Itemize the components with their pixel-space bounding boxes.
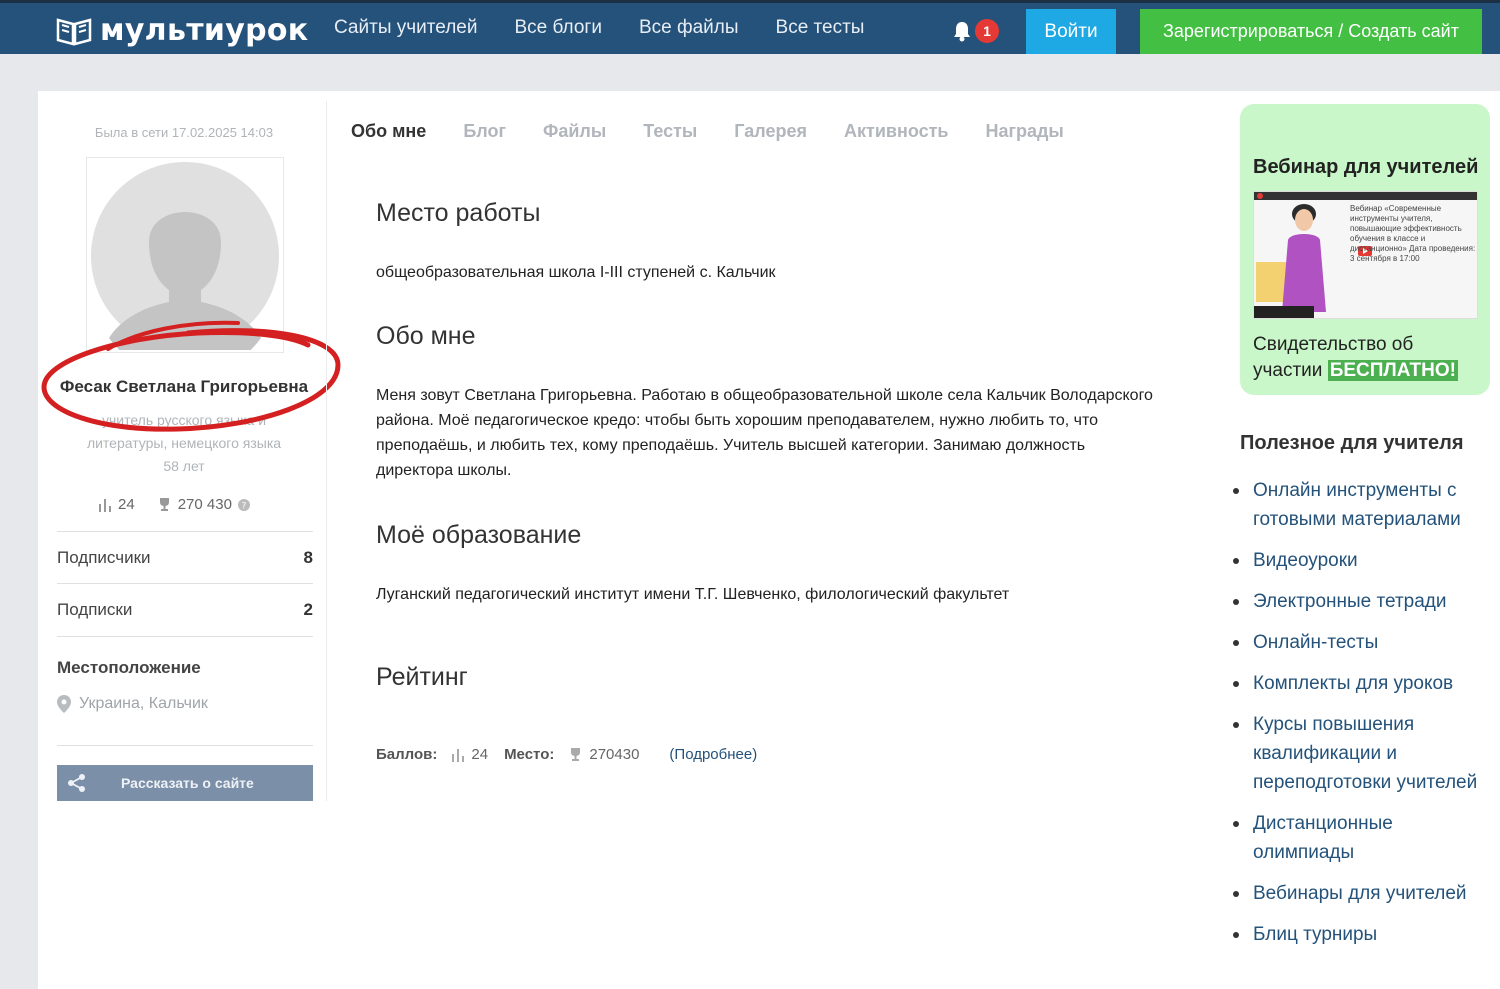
stat-place: 270 430 ? [157, 496, 250, 513]
main-nav: Сайты учителей Все блоги Все файлы Все т… [334, 17, 864, 39]
tab-tests[interactable]: Тесты [643, 121, 697, 142]
map-pin-icon [57, 695, 71, 713]
location-title: Местоположение [57, 658, 201, 677]
site-logo[interactable]: мультиурок [56, 13, 308, 48]
notifications[interactable]: 1 [952, 19, 999, 43]
top-navbar: мультиурок Сайты учителей Все блоги Все … [0, 0, 1500, 54]
free-badge: БЕСПЛАТНО! [1327, 360, 1458, 381]
sidebar-divider [326, 101, 327, 801]
nav-all-files[interactable]: Все файлы [639, 17, 739, 39]
useful-link-webinars[interactable]: Вебинары для учителей [1233, 879, 1493, 908]
stat-points: 24 [98, 496, 135, 513]
subscriptions-label: Подписки [57, 599, 133, 619]
register-button[interactable]: Зарегистрироваться / Создать сайт [1140, 9, 1482, 54]
user-stats: 24 270 430 ? [98, 496, 250, 513]
useful-link-olympiads[interactable]: Дистанционные олимпиады [1233, 809, 1493, 867]
svg-text:?: ? [242, 501, 247, 511]
tab-gallery[interactable]: Галерея [734, 121, 807, 142]
work-title: Место работы [376, 199, 541, 227]
book-logo-icon [56, 17, 92, 46]
trophy-icon [159, 498, 169, 511]
location-text: Украина, Кальчик [79, 695, 208, 712]
profile-card: Была в сети 17.02.2025 14:03 Фесак Светл… [38, 91, 1500, 989]
share-label: Рассказать о сайте [121, 775, 254, 791]
location: Украина, Кальчик [57, 695, 208, 713]
rating-more-link[interactable]: (Подробнее) [669, 746, 757, 763]
logo-text: мультиурок [100, 13, 309, 48]
useful-link-lesson-kits[interactable]: Комплекты для уроков [1233, 669, 1493, 698]
help-icon[interactable]: ? [237, 498, 250, 511]
education-title: Моё образование [376, 521, 582, 549]
rating-row: Баллов: 24 Место: 270430 (Подробнее) [376, 746, 757, 763]
useful-link-video-lessons[interactable]: Видеоуроки [1233, 546, 1493, 575]
rating-points-label: Баллов: [376, 746, 438, 763]
profile-tabs: Обо мне Блог Файлы Тесты Галерея Активно… [351, 121, 1064, 142]
divider [57, 636, 313, 637]
education-text: Луганский педагогический институт имени … [376, 586, 1010, 603]
webinar-title: Вебинар для учителей [1253, 156, 1479, 178]
subscribers-count: 8 [303, 547, 313, 567]
bar-chart-icon [452, 748, 465, 762]
share-icon [68, 774, 85, 792]
tab-files[interactable]: Файлы [543, 121, 606, 142]
rating-points: 24 [471, 746, 489, 763]
tab-awards[interactable]: Награды [985, 121, 1063, 142]
bar-chart-icon [99, 498, 111, 512]
useful-link-online-tools[interactable]: Онлайн инструменты с готовыми материалам… [1233, 476, 1493, 534]
share-button[interactable]: Рассказать о сайте [57, 765, 313, 801]
subscriptions-row[interactable]: Подписки 2 [57, 583, 313, 635]
bell-icon [954, 22, 970, 42]
webinar-banner[interactable]: Вебинар для учителей Вебинар «Современны… [1240, 104, 1490, 395]
useful-link-blitz[interactable]: Блиц турниры [1233, 920, 1493, 949]
useful-link-online-tests[interactable]: Онлайн-тесты [1233, 628, 1493, 657]
divider [57, 745, 313, 746]
tab-activity[interactable]: Активность [844, 121, 948, 142]
useful-link-e-notebooks[interactable]: Электронные тетради [1233, 587, 1493, 616]
webinar-thumbnail[interactable]: Вебинар «Современные инструменты учителя… [1253, 191, 1478, 319]
subscribers-label: Подписчики [57, 547, 151, 567]
about-title: Обо мне [376, 322, 476, 350]
useful-links: Онлайн инструменты с готовыми материалам… [1233, 476, 1493, 949]
subscriptions-count: 2 [303, 599, 313, 619]
tab-blog[interactable]: Блог [463, 121, 506, 142]
certificate-text: Свидетельство об участии БЕСПЛАТНО! [1253, 332, 1483, 384]
stat-points-value: 24 [118, 496, 135, 513]
red-annotation-circle [41, 320, 341, 432]
rating-title: Рейтинг [376, 663, 468, 691]
useful-link-courses[interactable]: Курсы повышения квалификации и переподго… [1233, 710, 1493, 797]
nav-all-tests[interactable]: Все тесты [776, 17, 865, 39]
tab-about[interactable]: Обо мне [351, 121, 426, 142]
useful-title: Полезное для учителя [1240, 432, 1464, 454]
nav-teacher-sites[interactable]: Сайты учителей [334, 17, 477, 39]
stat-place-value: 270 430 [177, 496, 232, 513]
trophy-icon [571, 748, 581, 761]
last-online: Была в сети 17.02.2025 14:03 [94, 125, 274, 140]
notification-badge: 1 [975, 19, 999, 43]
login-button[interactable]: Войти [1026, 9, 1116, 54]
rating-place: 270430 [589, 746, 640, 763]
nav-all-blogs[interactable]: Все блоги [514, 17, 601, 39]
rating-place-label: Место: [504, 746, 555, 763]
about-text: Меня зовут Светлана Григорьевна. Работаю… [376, 387, 1153, 479]
work-text: общеобразовательная школа I-III ступеней… [376, 264, 776, 281]
subscribers-row[interactable]: Подписчики 8 [57, 531, 313, 583]
webinar-thumbnail-text: Вебинар «Современные инструменты учителя… [1350, 204, 1476, 263]
